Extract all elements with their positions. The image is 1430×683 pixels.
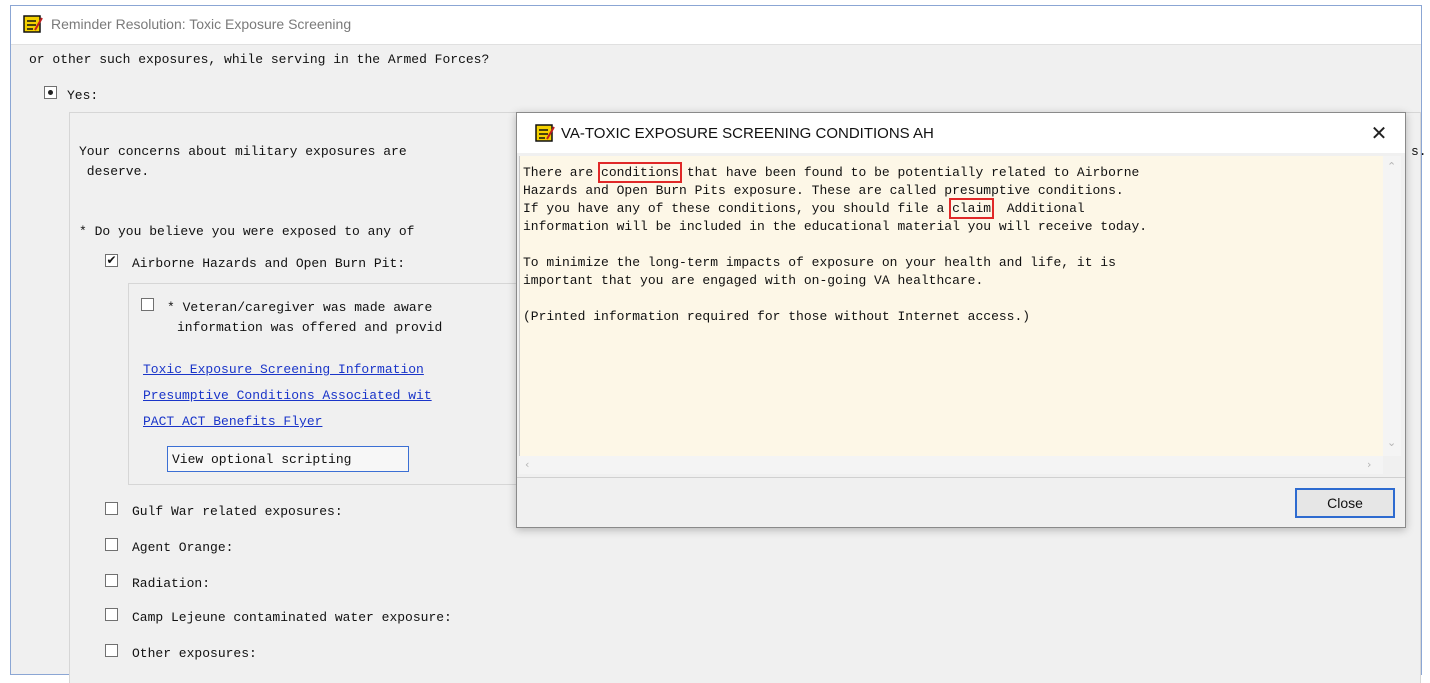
- other-exposures-label: Other exposures:: [132, 646, 257, 661]
- yes-label: Yes:: [67, 88, 99, 103]
- camp-lejeune-checkbox[interactable]: [105, 608, 118, 621]
- link-toxic-exposure-info[interactable]: Toxic Exposure Screening Information: [143, 362, 424, 377]
- airborne-checkbox[interactable]: ✔: [105, 254, 118, 267]
- radiation-checkbox[interactable]: [105, 574, 118, 587]
- memo-line-3: If you have any of these conditions, you…: [523, 198, 1085, 219]
- veteran-aware-checkbox[interactable]: [141, 298, 154, 311]
- memo-line-3-post: Additional: [991, 201, 1085, 216]
- yes-radio[interactable]: [44, 86, 57, 99]
- scroll-right-icon[interactable]: ›: [1367, 458, 1371, 471]
- radiation-label: Radiation:: [132, 576, 211, 591]
- window-title: Reminder Resolution: Toxic Exposure Scre…: [51, 16, 352, 32]
- gulf-war-label: Gulf War related exposures:: [132, 504, 343, 519]
- window-titlebar: Reminder Resolution: Toxic Exposure Scre…: [11, 6, 1421, 45]
- question-text: or other such exposures, while serving i…: [29, 52, 490, 67]
- clipped-text: s.: [1411, 144, 1427, 159]
- concern-text-1: Your concerns about military exposures a…: [79, 144, 407, 159]
- dialog-footer-separator: [517, 477, 1405, 478]
- memo-line-1-pre: There are: [523, 165, 602, 180]
- vertical-scrollbar[interactable]: ⌃ ⌄: [1383, 156, 1401, 456]
- app-note-icon: [23, 15, 43, 33]
- scroll-up-icon[interactable]: ⌃: [1387, 160, 1396, 173]
- memo-line-1: There are conditions that have been foun…: [523, 162, 1140, 183]
- link-presumptive-conditions[interactable]: Presumptive Conditions Associated wit: [143, 388, 432, 403]
- link-pact-act-flyer[interactable]: PACT ACT Benefits Flyer: [143, 414, 322, 429]
- view-optional-scripting-label: View optional scripting: [172, 452, 352, 467]
- dialog-titlebar: VA-TOXIC EXPOSURE SCREENING CONDITIONS A…: [517, 113, 1405, 153]
- believe-question: * Do you believe you were exposed to any…: [79, 224, 415, 239]
- memo-line-2: Hazards and Open Burn Pits exposure. The…: [523, 183, 1124, 198]
- close-button[interactable]: Close: [1295, 488, 1395, 518]
- scroll-down-icon[interactable]: ⌄: [1387, 436, 1396, 449]
- memo-line-7: (Printed information required for those …: [523, 309, 1031, 324]
- agent-orange-label: Agent Orange:: [132, 540, 234, 555]
- agent-orange-checkbox[interactable]: [105, 538, 118, 551]
- view-optional-scripting-button[interactable]: View optional scripting: [167, 446, 409, 472]
- veteran-aware-line2: information was offered and provid: [177, 320, 443, 335]
- horizontal-scrollbar[interactable]: ‹ ›: [519, 456, 1383, 474]
- camp-lejeune-label: Camp Lejeune contaminated water exposure…: [132, 610, 452, 625]
- memo-line-4: information will be included in the educ…: [523, 219, 1148, 234]
- memo-line-1-post: that have been found to be potentially r…: [679, 165, 1140, 180]
- conditions-dialog: VA-TOXIC EXPOSURE SCREENING CONDITIONS A…: [516, 112, 1406, 528]
- scroll-left-icon[interactable]: ‹: [525, 458, 529, 471]
- memo-line-3-pre: If you have any of these conditions, you…: [523, 201, 953, 216]
- other-exposures-checkbox[interactable]: [105, 644, 118, 657]
- highlight-conditions: conditions: [598, 162, 683, 183]
- concern-text-2: deserve.: [79, 164, 150, 179]
- highlight-claim: claim: [949, 198, 995, 219]
- close-x-icon[interactable]: ✕: [1367, 121, 1391, 145]
- dialog-title: VA-TOXIC EXPOSURE SCREENING CONDITIONS A…: [561, 125, 934, 142]
- airborne-label: Airborne Hazards and Open Burn Pit:: [132, 256, 406, 271]
- dialog-note-icon: [535, 124, 555, 142]
- gulf-war-checkbox[interactable]: [105, 502, 118, 515]
- memo-line-6: important that you are engaged with on-g…: [523, 273, 984, 288]
- memo-line-5: To minimize the long-term impacts of exp…: [523, 255, 1116, 270]
- veteran-aware-line1: * Veteran/caregiver was made aware: [167, 300, 433, 315]
